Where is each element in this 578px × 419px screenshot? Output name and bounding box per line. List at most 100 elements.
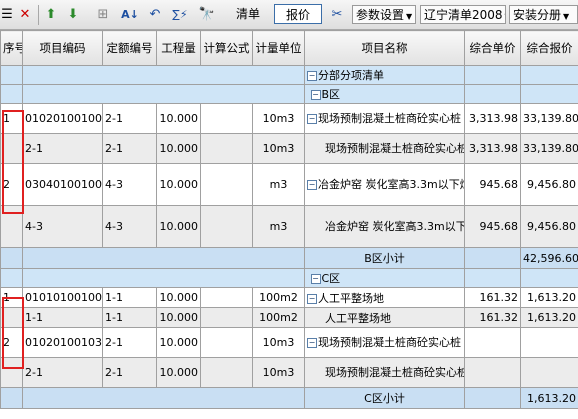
- formula-cell[interactable]: [200, 103, 253, 134]
- calc-icon[interactable]: ∑⚡: [170, 6, 190, 24]
- table-row[interactable]: − B区: [0, 84, 578, 104]
- seq-cell: [0, 84, 23, 104]
- code-cell[interactable]: 010201001031: [22, 327, 103, 358]
- col-header-qty[interactable]: 工程量: [156, 30, 201, 66]
- unit-cell[interactable]: 10m3: [252, 133, 305, 164]
- collapse-icon[interactable]: −: [310, 274, 321, 284]
- param-dropdown[interactable]: 参数设置 ▼: [352, 5, 416, 24]
- name-cell[interactable]: 冶金炉窑 炭化室高3.3m以下炼焦炉 粘土质耐火砖: [304, 205, 465, 248]
- qty-cell[interactable]: 10.000: [156, 287, 201, 308]
- unit-cell[interactable]: 10m3: [252, 357, 305, 388]
- collapse-icon[interactable]: −: [307, 114, 317, 124]
- table-row[interactable]: − C区: [0, 268, 578, 288]
- unit-cell[interactable]: 100m2: [252, 307, 305, 328]
- quota-cell[interactable]: 2-1: [102, 133, 157, 164]
- name-cell[interactable]: − B区: [304, 84, 465, 104]
- price-cell: 161.32: [464, 287, 521, 308]
- name-cell[interactable]: 人工平整场地: [304, 307, 465, 328]
- qty-cell[interactable]: 10.000: [156, 205, 201, 248]
- col-header-unit[interactable]: 计量单位: [252, 30, 305, 66]
- code-cell[interactable]: 010201001001: [22, 103, 103, 134]
- name-cell[interactable]: − 现场预制混凝土桩商砼实心桩: [304, 327, 465, 358]
- name-cell[interactable]: −冶金炉窑 炭化室高3.3m以下炼焦炉 粘土质耐火砖: [304, 163, 465, 206]
- collapse-icon[interactable]: −: [310, 90, 321, 100]
- total-cell: 33,139.80: [520, 133, 578, 164]
- table-row[interactable]: − 分部分项清单: [0, 65, 578, 85]
- install-dropdown[interactable]: 安装分册 ▼: [509, 5, 578, 24]
- tools-icon[interactable]: ✂: [328, 6, 346, 24]
- name-cell[interactable]: 现场预制混凝土桩商砼实心桩: [304, 133, 465, 164]
- formula-cell[interactable]: [200, 287, 253, 308]
- quota-cell[interactable]: 4-3: [102, 163, 157, 206]
- qingdan-button[interactable]: 清单: [226, 4, 270, 24]
- table-row[interactable]: 2-1 2-1 10.000 10m3 现场预制混凝土桩商砼实心桩: [0, 357, 578, 388]
- quota-cell[interactable]: 1-1: [102, 287, 157, 308]
- col-header-formula[interactable]: 计算公式: [200, 30, 253, 66]
- name-cell[interactable]: − 人工平整场地: [304, 287, 465, 308]
- unit-cell[interactable]: 100m2: [252, 287, 305, 308]
- qty-cell[interactable]: 10.000: [156, 357, 201, 388]
- unit-cell[interactable]: 10m3: [252, 327, 305, 358]
- subtotal-row[interactable]: C区小计 1,613.20: [0, 387, 578, 409]
- col-header-code[interactable]: 项目编码: [22, 30, 103, 66]
- blank-cell: [22, 387, 305, 409]
- subtotal-row[interactable]: B区小计 42,596.60: [0, 247, 578, 269]
- col-header-name[interactable]: 项目名称: [304, 30, 465, 66]
- undo-icon[interactable]: ↶: [146, 6, 164, 24]
- collapse-icon[interactable]: −: [307, 71, 317, 81]
- name-cell[interactable]: − 分部分项清单: [304, 65, 465, 85]
- table-row[interactable]: 2 030401001003 4-3 10.000 m3 − 冶金炉窑 炭化室高3…: [0, 163, 578, 206]
- col-header-total[interactable]: 综合报价: [520, 30, 578, 66]
- formula-cell[interactable]: [200, 163, 253, 206]
- code-cell[interactable]: 2-1: [22, 133, 103, 164]
- quota-cell[interactable]: 2-1: [102, 357, 157, 388]
- code-cell[interactable]: 1-1: [22, 307, 103, 328]
- name-cell[interactable]: − 现场预制混凝土桩商砼实心桩: [304, 103, 465, 134]
- tree-icon[interactable]: ⊞: [94, 6, 112, 24]
- name-cell[interactable]: 现场预制混凝土桩商砼实心桩: [304, 357, 465, 388]
- baojia-button[interactable]: 报价: [274, 4, 322, 24]
- unit-cell[interactable]: m3: [252, 163, 305, 206]
- qty-cell[interactable]: 10.000: [156, 163, 201, 206]
- table-row[interactable]: 4-3 4-3 10.000 m3 冶金炉窑 炭化室高3.3m以下炼焦炉 粘土质…: [0, 205, 578, 248]
- col-header-quota[interactable]: 定额编号: [102, 30, 157, 66]
- quota-cell[interactable]: 2-1: [102, 103, 157, 134]
- quota-cell[interactable]: 2-1: [102, 327, 157, 358]
- qty-cell[interactable]: 10.000: [156, 327, 201, 358]
- sort-icon[interactable]: A↓: [120, 6, 140, 24]
- qty-cell[interactable]: 10.000: [156, 103, 201, 134]
- table-row[interactable]: 1-1 1-1 10.000 100m2 人工平整场地 161.32 1,613…: [0, 307, 578, 328]
- move-up-icon[interactable]: ⬆: [42, 6, 60, 24]
- delete-icon[interactable]: ✕: [16, 6, 34, 24]
- qty-cell[interactable]: 10.000: [156, 133, 201, 164]
- quota-cell[interactable]: 1-1: [102, 307, 157, 328]
- region-dropdown[interactable]: 辽宁清单2008▼: [420, 5, 506, 24]
- find-icon[interactable]: 🔭: [196, 6, 218, 24]
- subtotal-value: 42,596.60: [520, 247, 578, 269]
- code-cell[interactable]: 010101001001: [22, 287, 103, 308]
- formula-cell[interactable]: [200, 205, 253, 248]
- code-cell[interactable]: 4-3: [22, 205, 103, 248]
- unit-cell[interactable]: m3: [252, 205, 305, 248]
- code-cell[interactable]: 030401001003: [22, 163, 103, 206]
- list-icon[interactable]: ☰: [0, 6, 14, 24]
- collapse-icon[interactable]: −: [307, 293, 317, 304]
- unit-cell[interactable]: 10m3: [252, 103, 305, 134]
- table-row[interactable]: 1 010201001001 2-1 10.000 10m3 − 现场预制混凝土桩…: [0, 103, 578, 134]
- collapse-icon[interactable]: −: [307, 338, 317, 348]
- collapse-icon[interactable]: −: [307, 180, 317, 190]
- col-header-seq[interactable]: 序号: [0, 30, 23, 66]
- table-row[interactable]: 1 010101001001 1-1 10.000 100m2 − 人工平整场地 …: [0, 287, 578, 308]
- quota-cell[interactable]: 4-3: [102, 205, 157, 248]
- table-row[interactable]: 2-1 2-1 10.000 10m3 现场预制混凝土桩商砼实心桩 3,313.…: [0, 133, 578, 164]
- formula-cell[interactable]: [200, 327, 253, 358]
- move-down-icon[interactable]: ⬇: [64, 6, 82, 24]
- formula-cell[interactable]: [200, 357, 253, 388]
- formula-cell[interactable]: [200, 307, 253, 328]
- formula-cell[interactable]: [200, 133, 253, 164]
- table-row[interactable]: 2 010201001031 2-1 10.000 10m3 − 现场预制混凝土桩…: [0, 327, 578, 358]
- name-cell[interactable]: − C区: [304, 268, 465, 288]
- code-cell[interactable]: 2-1: [22, 357, 103, 388]
- qty-cell[interactable]: 10.000: [156, 307, 201, 328]
- col-header-price[interactable]: 综合单价: [464, 30, 521, 66]
